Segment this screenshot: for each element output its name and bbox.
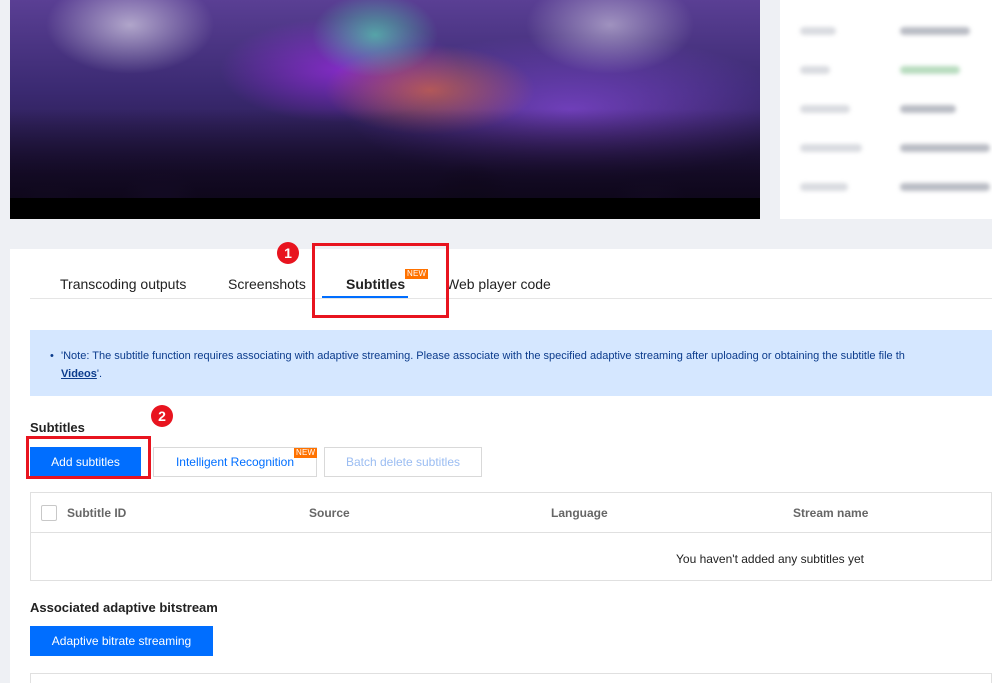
batch-delete-subtitles-button: Batch delete subtitles xyxy=(324,447,482,477)
notice-suffix: '. xyxy=(96,368,103,380)
table-header: Subtitle ID Source Language Stream name xyxy=(31,493,991,533)
column-source: Source xyxy=(309,506,350,520)
add-subtitles-button[interactable]: Add subtitles xyxy=(30,447,141,477)
subtitles-section-title: Subtitles xyxy=(30,420,85,435)
column-stream-name: Stream name xyxy=(793,506,869,520)
notice-text: 'Note: The subtitle function requires as… xyxy=(61,350,905,362)
tab-subtitles-label: Subtitles xyxy=(346,276,406,292)
video-info-panel xyxy=(780,0,992,219)
adaptive-section-title: Associated adaptive bitstream xyxy=(30,600,218,615)
videos-link[interactable]: Videos xyxy=(61,368,97,380)
column-subtitle-id: Subtitle ID xyxy=(67,506,127,520)
subtitles-table: Subtitle ID Source Language Stream name … xyxy=(30,492,992,581)
tab-screenshots[interactable]: Screenshots xyxy=(228,276,306,292)
adaptive-bitstream-table xyxy=(30,673,992,683)
video-control-bar[interactable] xyxy=(10,198,760,219)
column-language: Language xyxy=(551,506,608,520)
adaptive-bitrate-streaming-button[interactable]: Adaptive bitrate streaming xyxy=(30,626,213,656)
notice-bullet: • xyxy=(50,350,54,362)
tab-transcoding-outputs[interactable]: Transcoding outputs xyxy=(60,276,186,292)
media-detail-panel: Transcoding outputs Screenshots Subtitle… xyxy=(10,249,992,683)
intelligent-recognition-label: Intelligent Recognition xyxy=(175,455,295,469)
annotation-number-2: 2 xyxy=(151,405,173,427)
tab-web-player-code[interactable]: Web player code xyxy=(446,276,551,292)
active-tab-indicator xyxy=(322,296,408,298)
notice-line-2: Videos'. xyxy=(61,365,102,383)
video-preview[interactable] xyxy=(10,0,760,219)
subtitle-notice: • 'Note: The subtitle function requires … xyxy=(30,330,992,396)
tab-bar: Transcoding outputs Screenshots Subtitle… xyxy=(30,249,992,299)
empty-state-text: You haven't added any subtitles yet xyxy=(676,552,864,566)
tab-subtitles[interactable]: Subtitles xyxy=(346,276,405,292)
annotation-number-1: 1 xyxy=(277,242,299,264)
new-badge: NEW xyxy=(294,448,318,458)
intelligent-recognition-button[interactable]: Intelligent Recognition xyxy=(153,447,317,477)
select-all-checkbox[interactable] xyxy=(41,505,57,521)
new-badge: NEW xyxy=(405,269,429,279)
